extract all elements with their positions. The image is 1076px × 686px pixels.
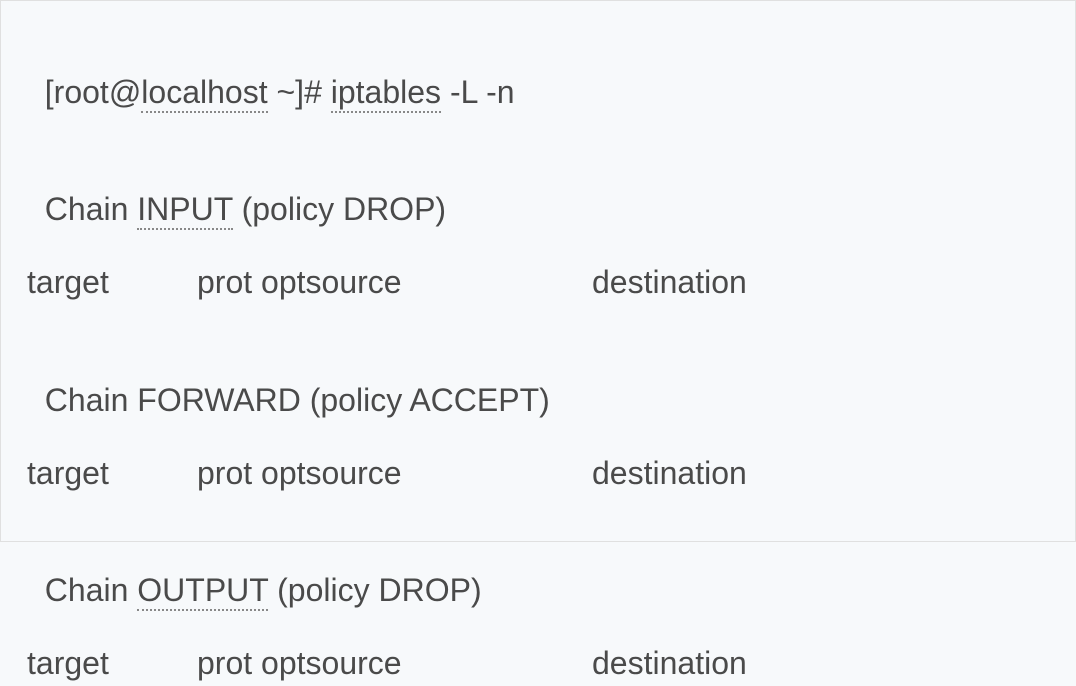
prompt-host: localhost bbox=[141, 74, 267, 113]
columns-header-input: target prot optsource destination bbox=[27, 260, 1049, 305]
prompt-at: @ bbox=[109, 74, 141, 110]
prompt-sep bbox=[322, 74, 331, 110]
col-target: target bbox=[27, 451, 197, 496]
chain-output-header: Chain OUTPUT (policy DROP) bbox=[27, 523, 1049, 613]
chain-label: Chain bbox=[45, 191, 129, 227]
policy-value: ACCEPT bbox=[409, 382, 539, 418]
col-target: target bbox=[27, 641, 197, 686]
columns-header-output: target prot optsource destination bbox=[27, 641, 1049, 686]
chain-label: Chain bbox=[45, 572, 129, 608]
policy-value: DROP bbox=[379, 572, 471, 608]
col-prot-optsource: prot optsource bbox=[197, 641, 592, 686]
policy-label: policy bbox=[252, 191, 334, 227]
prompt-close-bracket: ] bbox=[295, 74, 304, 110]
col-target: target bbox=[27, 260, 197, 305]
prompt-cwd: ~ bbox=[276, 74, 295, 110]
command: iptables bbox=[331, 74, 441, 113]
command-args: -L -n bbox=[450, 74, 515, 110]
col-destination: destination bbox=[592, 451, 1049, 496]
col-destination: destination bbox=[592, 260, 1049, 305]
policy-label: policy bbox=[320, 382, 402, 418]
policy-label: policy bbox=[288, 572, 370, 608]
chain-name: FORWARD bbox=[137, 382, 301, 418]
col-prot-optsource: prot optsource bbox=[197, 451, 592, 496]
chain-name: OUTPUT bbox=[137, 572, 268, 611]
chain-label: Chain bbox=[45, 382, 129, 418]
chain-input-header: Chain INPUT (policy DROP) bbox=[27, 143, 1049, 233]
prompt-symbol: # bbox=[304, 74, 322, 110]
col-destination: destination bbox=[592, 641, 1049, 686]
chain-name: INPUT bbox=[137, 191, 232, 230]
columns-header-forward: target prot optsource destination bbox=[27, 451, 1049, 496]
col-prot-optsource: prot optsource bbox=[197, 260, 592, 305]
prompt-line: [root@localhost ~]# iptables -L -n bbox=[27, 25, 1049, 115]
prompt-open-bracket: [ bbox=[45, 74, 54, 110]
command-sep bbox=[441, 74, 450, 110]
chain-forward-header: Chain FORWARD (policy ACCEPT) bbox=[27, 333, 1049, 423]
policy-value: DROP bbox=[343, 191, 435, 227]
prompt-user: root bbox=[54, 74, 109, 110]
